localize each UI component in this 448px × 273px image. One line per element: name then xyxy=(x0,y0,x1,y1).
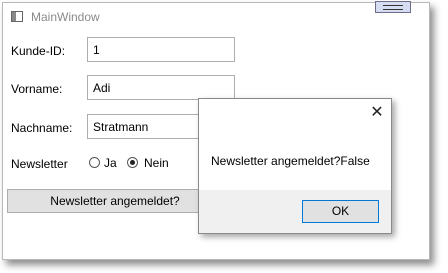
title-bar: MainWindow xyxy=(3,1,429,31)
message-box-footer: OK xyxy=(199,190,391,233)
first-name-input[interactable]: Adi xyxy=(87,75,235,100)
ok-button[interactable]: OK xyxy=(302,200,379,223)
newsletter-yes-label[interactable]: Ja xyxy=(104,156,117,170)
message-box: ✕ Newsletter angemeldet?False OK xyxy=(198,98,392,234)
first-name-label: Vorname: xyxy=(11,82,63,96)
customer-id-input[interactable]: 1 xyxy=(87,37,235,62)
newsletter-no-label[interactable]: Nein xyxy=(144,156,169,170)
maximize-icon[interactable] xyxy=(375,1,411,13)
newsletter-label: Newsletter xyxy=(11,157,68,171)
last-name-label: Nachname: xyxy=(11,121,73,135)
window-title: MainWindow xyxy=(31,10,100,24)
customer-id-label: Kunde-ID: xyxy=(11,44,66,58)
close-icon[interactable]: ✕ xyxy=(369,105,385,121)
window-icon xyxy=(11,11,23,22)
newsletter-yes-radio[interactable] xyxy=(89,157,100,168)
newsletter-no-radio[interactable] xyxy=(127,157,138,168)
message-text: Newsletter angemeldet?False xyxy=(211,154,370,168)
newsletter-check-button[interactable]: Newsletter angemeldet? xyxy=(7,189,223,213)
